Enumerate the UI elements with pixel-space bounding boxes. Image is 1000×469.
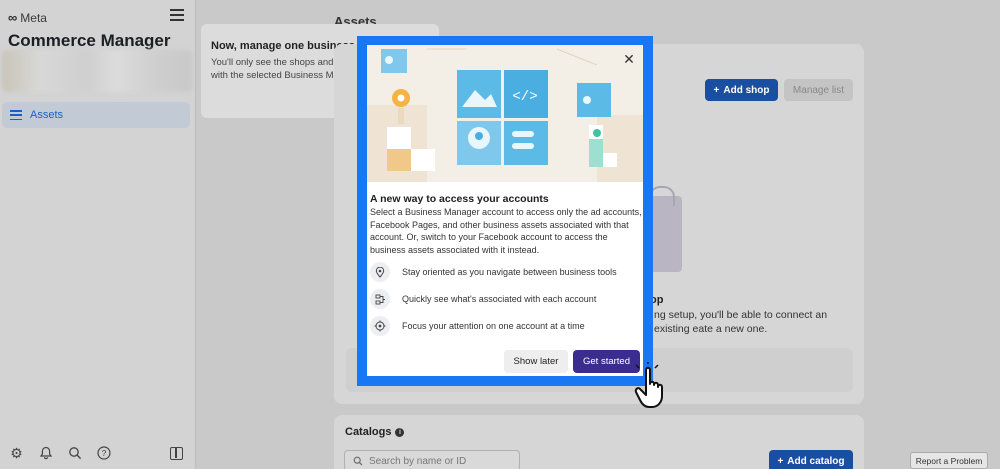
modal-illustration: </> ✕	[367, 45, 643, 182]
report-problem-button[interactable]: Report a Problem	[910, 452, 988, 469]
svg-text:</>: </>	[512, 89, 537, 105]
manage-list-button[interactable]: Manage list	[784, 79, 853, 101]
target-icon	[370, 316, 390, 336]
shop-empty-text: ng setup, you'll be able to connect an e…	[654, 309, 828, 335]
app-title: Commerce Manager	[8, 31, 171, 50]
feature-item: Focus your attention on one account at a…	[370, 316, 585, 336]
hierarchy-icon	[370, 289, 390, 309]
sidebar-item-label: Assets	[30, 109, 64, 121]
add-shop-label: Add shop	[723, 84, 770, 96]
feature-item: Stay oriented as you navigate between bu…	[370, 262, 617, 282]
gear-icon[interactable]: ⚙	[9, 446, 24, 461]
modal-description: Select a Business Manager account to acc…	[370, 207, 642, 255]
menu-icon[interactable]	[170, 9, 184, 21]
modal-title: A new way to access your accounts	[370, 193, 549, 205]
sidebar: ∞ Meta Commerce Manager Assets ⚙ ?	[0, 0, 196, 469]
search-icon	[353, 456, 363, 466]
meta-brand-label: Meta	[20, 10, 47, 25]
show-later-button[interactable]: Show later	[504, 350, 568, 373]
catalogs-heading: Catalogs i	[345, 426, 405, 438]
sidebar-bottom-toolbar: ⚙ ?	[9, 446, 111, 461]
plus-icon: +	[777, 455, 784, 467]
business-account-selector[interactable]	[2, 50, 192, 92]
list-icon	[10, 110, 22, 120]
sidebar-item-assets[interactable]: Assets	[2, 102, 190, 128]
toggle-panel-icon[interactable]	[170, 447, 183, 460]
help-icon[interactable]: ?	[96, 446, 111, 461]
close-icon[interactable]: ✕	[621, 51, 637, 67]
catalog-search-input[interactable]: Search by name or ID	[344, 450, 520, 469]
search-placeholder: Search by name or ID	[369, 455, 467, 467]
new-way-modal: </> ✕ A new way to access your accounts …	[367, 45, 643, 376]
meta-brand: ∞ Meta	[8, 10, 47, 25]
meta-logo-icon: ∞	[8, 10, 18, 25]
plus-icon: +	[713, 84, 720, 96]
location-pin-icon	[370, 262, 390, 282]
feature-text: Stay oriented as you navigate between bu…	[402, 267, 617, 277]
info-icon[interactable]: i	[395, 427, 405, 437]
pointer-hand-icon	[634, 362, 663, 408]
svg-text:?: ?	[101, 448, 106, 458]
feature-text: Focus your attention on one account at a…	[402, 321, 585, 331]
bell-icon[interactable]	[38, 446, 53, 461]
add-catalog-button[interactable]: + Add catalog	[769, 450, 853, 469]
feature-item: Quickly see what's associated with each …	[370, 289, 596, 309]
add-shop-button[interactable]: + Add shop	[705, 79, 778, 101]
add-catalog-label: Add catalog	[787, 455, 845, 467]
feature-text: Quickly see what's associated with each …	[402, 294, 597, 304]
search-icon[interactable]	[67, 446, 82, 461]
catalogs-title: Catalogs	[345, 426, 392, 438]
